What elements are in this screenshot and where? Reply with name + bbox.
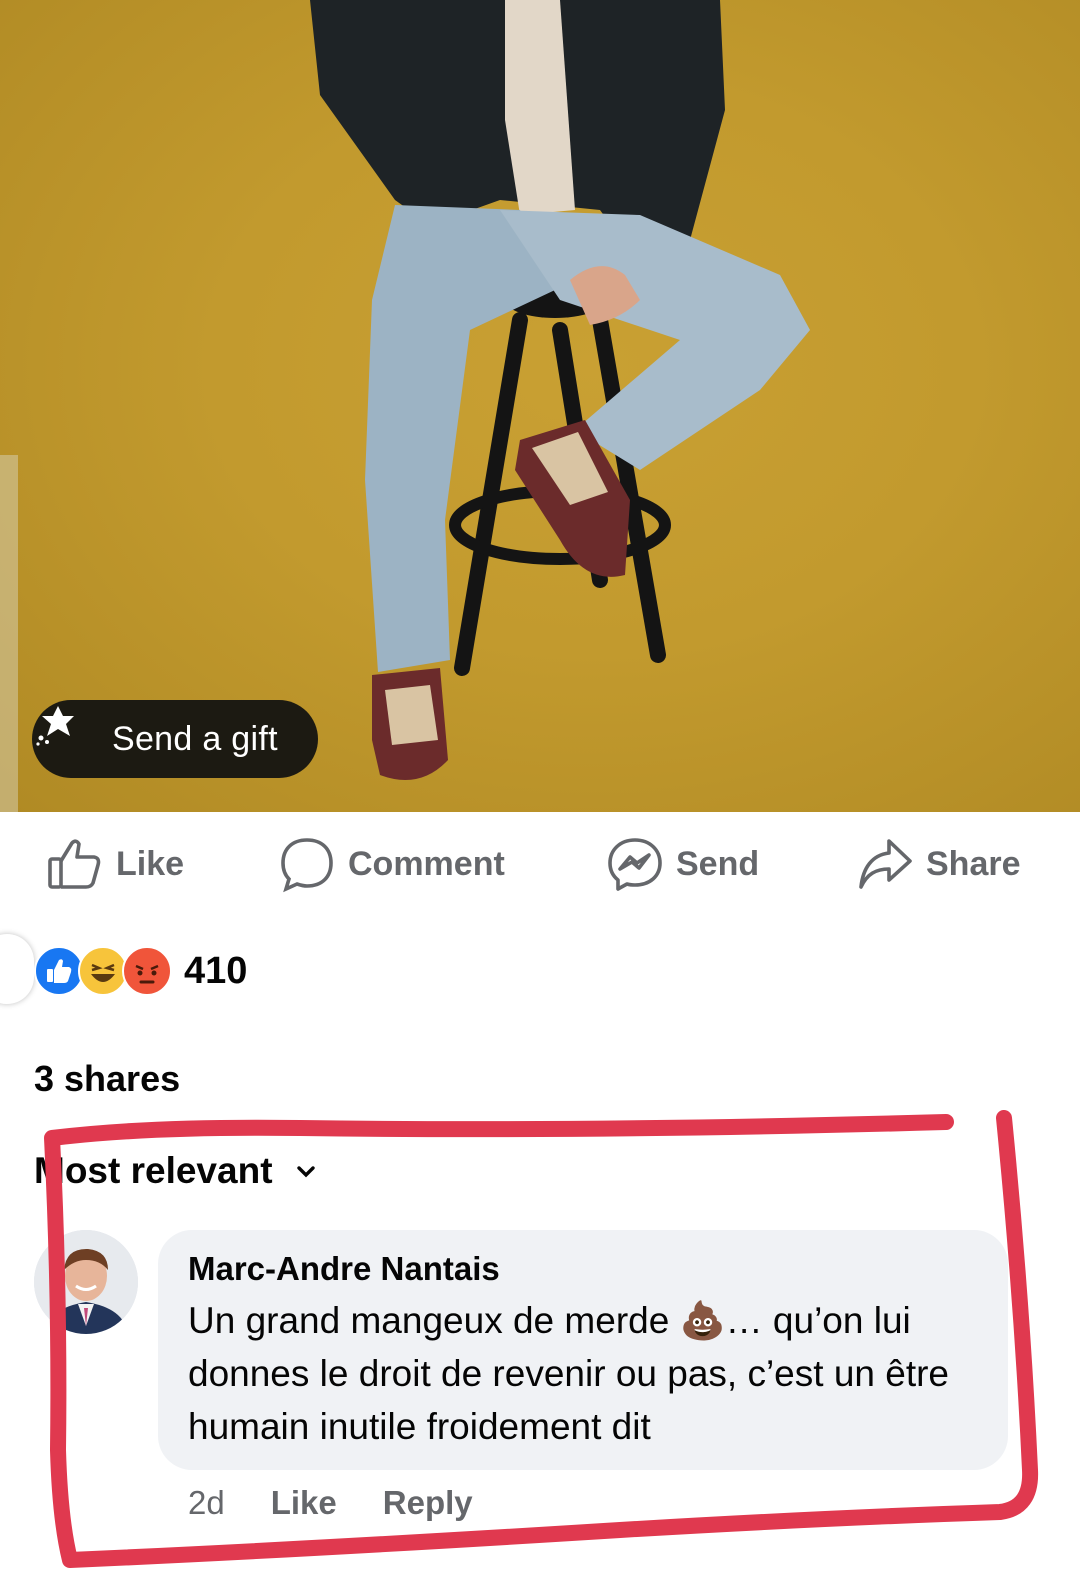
post-photo[interactable]: Send a gift	[0, 0, 1080, 812]
comment-label: Comment	[348, 844, 505, 883]
comment-timestamp[interactable]: 2d	[188, 1484, 225, 1522]
like-reaction-icon	[34, 946, 84, 996]
send-gift-label: Send a gift	[112, 719, 278, 758]
haha-reaction-icon	[78, 946, 128, 996]
comment-text: Un grand mangeux de merde 💩… qu’on lui d…	[188, 1300, 950, 1447]
person-on-stool-illustration	[310, 0, 810, 780]
angry-reaction-icon	[122, 946, 172, 996]
comment-like-button[interactable]: Like	[271, 1484, 337, 1522]
photo-edge-strip	[0, 455, 18, 812]
share-arrow-icon	[856, 835, 914, 893]
comment-author[interactable]: Marc-Andre Nantais	[188, 1250, 978, 1288]
messenger-icon	[606, 835, 664, 893]
speech-bubble-icon	[278, 835, 336, 893]
post-action-bar: Like Comment Send Share	[0, 812, 1080, 920]
comment-reply-button[interactable]: Reply	[383, 1484, 473, 1522]
send-gift-button[interactable]: Send a gift	[32, 700, 318, 778]
like-label: Like	[116, 844, 185, 883]
share-label: Share	[926, 844, 1021, 883]
comment-bubble[interactable]: Marc-Andre Nantais Un grand mangeux de m…	[158, 1230, 1008, 1470]
commenter-avatar[interactable]	[34, 1230, 138, 1334]
thumbs-up-outline-icon	[46, 835, 104, 893]
comment-sort-dropdown[interactable]: Most relevant	[34, 1150, 317, 1192]
gift-sparkle-icon	[36, 706, 98, 763]
send-button[interactable]: Send	[606, 834, 759, 894]
comment-meta: 2d Like Reply	[188, 1484, 519, 1522]
chevron-down-icon	[295, 1160, 317, 1182]
side-tab[interactable]	[0, 934, 34, 1004]
shares-count[interactable]: 3 shares	[34, 1058, 180, 1100]
like-button[interactable]: Like	[46, 834, 184, 894]
reactions-summary[interactable]: 410	[34, 946, 247, 996]
send-label: Send	[676, 844, 760, 883]
sort-label: Most relevant	[34, 1150, 273, 1191]
reaction-count: 410	[184, 949, 248, 992]
comment-button[interactable]: Comment	[278, 834, 505, 894]
share-button[interactable]: Share	[856, 834, 1021, 894]
